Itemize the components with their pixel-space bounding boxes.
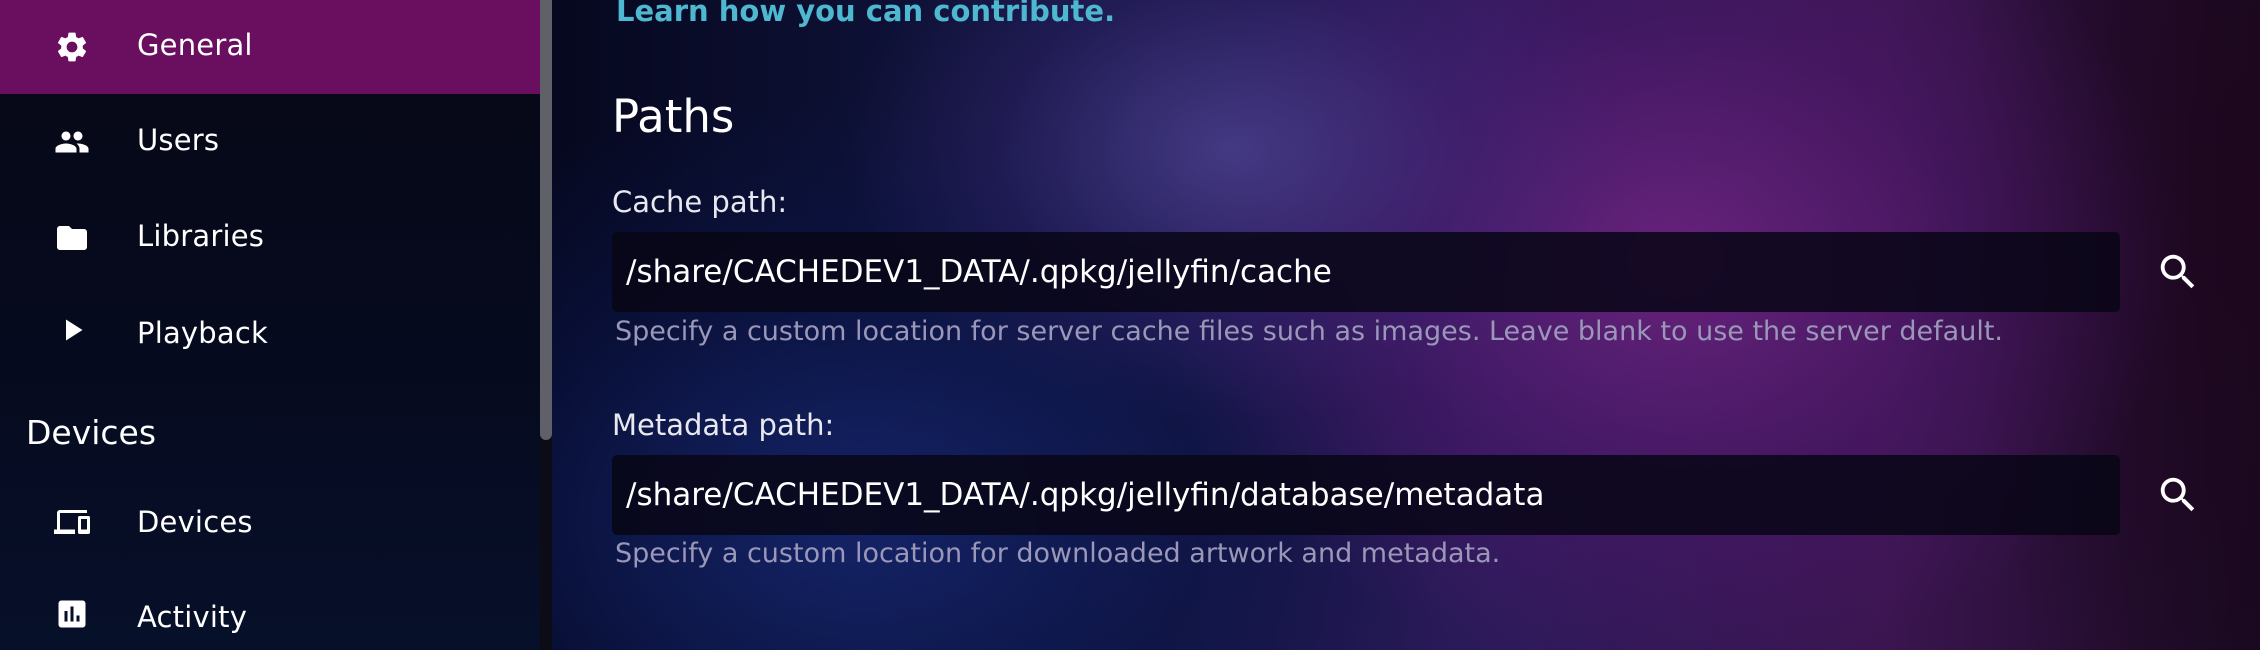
main-content: Learn how you can contribute. Paths Cach… — [552, 0, 2260, 650]
sidebar-item-devices[interactable]: Devices — [0, 475, 540, 569]
activity-icon — [52, 594, 92, 634]
search-icon — [2155, 472, 2201, 518]
sidebar-item-label: Libraries — [137, 219, 265, 253]
folder-icon — [52, 218, 92, 258]
metadata-path-input[interactable] — [612, 455, 2120, 535]
gear-icon — [52, 27, 92, 67]
metadata-path-help-text: Specify a custom location for downloaded… — [615, 538, 1501, 569]
metadata-path-label: Metadata path: — [612, 408, 835, 442]
sidebar-item-label: Devices — [137, 505, 253, 539]
section-title-paths: Paths — [612, 90, 735, 143]
sidebar-item-users[interactable]: Users — [0, 95, 540, 189]
app-window: General Users Libraries Playback Devices — [0, 0, 2260, 650]
play-icon — [52, 310, 92, 350]
sidebar-item-activity[interactable]: Activity — [0, 570, 540, 650]
sidebar-item-label: Users — [137, 123, 220, 157]
sidebar-item-playback[interactable]: Playback — [0, 286, 540, 380]
sidebar-item-libraries[interactable]: Libraries — [0, 191, 540, 285]
sidebar-item-label: General — [137, 28, 253, 62]
sidebar: General Users Libraries Playback Devices — [0, 0, 540, 650]
sidebar-section-header-devices: Devices — [26, 413, 157, 452]
devices-icon — [52, 502, 92, 542]
cache-path-label: Cache path: — [612, 185, 788, 219]
cache-path-input[interactable] — [612, 232, 2120, 312]
cache-path-help-text: Specify a custom location for server cac… — [615, 316, 2003, 347]
sidebar-item-label: Activity — [137, 600, 248, 634]
sidebar-item-label: Playback — [137, 316, 268, 350]
search-icon — [2155, 249, 2201, 295]
contribute-link[interactable]: Learn how you can contribute. — [616, 0, 1115, 28]
sidebar-item-general[interactable]: General — [0, 0, 540, 94]
cache-path-browse-button[interactable] — [2142, 236, 2214, 308]
sidebar-scrollbar-thumb[interactable] — [540, 0, 552, 440]
metadata-path-browse-button[interactable] — [2142, 459, 2214, 531]
users-icon — [52, 122, 92, 162]
